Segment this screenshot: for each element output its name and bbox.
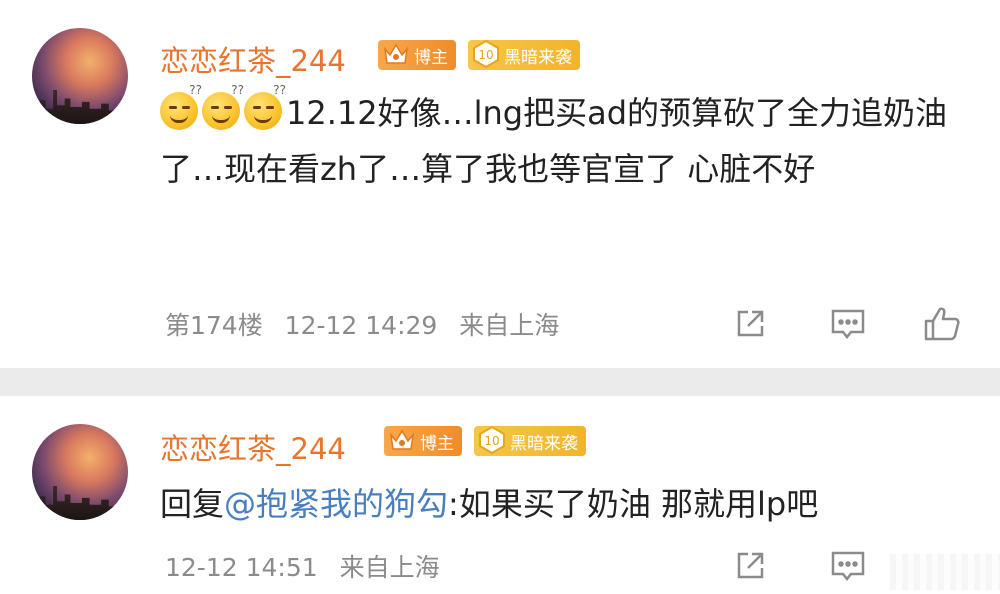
level-10-icon: 10 [470,38,502,70]
badge-label: 黑暗来袭 [504,47,572,68]
comment-body: :如果买了奶油 那就用lp吧 [448,485,819,523]
sleepy-smile-emoji: ?? [202,84,244,130]
comment-meta: 第174楼 12-12 14:29 来自上海 [165,306,573,342]
comment-icon [831,551,865,582]
sleepy-smile-emoji: ?? [160,84,202,130]
share-button[interactable] [730,304,770,344]
badge-label: 黑暗来袭 [510,433,578,454]
share-button[interactable] [730,546,770,586]
location: 来自上海 [459,311,560,340]
crown-icon [386,424,418,456]
comment-meta: 12-12 14:51 来自上海 [165,548,454,584]
sleepy-smile-emoji: ?? [244,84,286,130]
share-icon [737,552,764,579]
comment-text: ?????? 12.12好像…lng把买ad的预算砍了全力追奶油了…现在看zh了…… [160,84,950,197]
comment-card: 恋恋红茶_244 博主 10 黑暗来袭 ?????? 12.12好像…lng把买a… [0,0,1000,368]
blogger-badge[interactable]: 博主 [378,40,456,70]
blurred-watermark [890,554,1000,590]
thumbs-up-icon [924,307,960,341]
share-icon [737,310,764,337]
blogger-badge[interactable]: 博主 [384,426,462,456]
reply-prefix: 回复 [160,485,225,523]
fan-level-badge[interactable]: 10 黑暗来袭 [468,38,580,70]
timestamp: 12-12 14:29 [284,311,438,340]
avatar[interactable] [32,424,128,520]
badge-level: 10 [478,48,493,62]
badge-label: 博主 [420,433,454,454]
badge-level: 10 [484,434,499,448]
crown-icon [380,38,412,70]
comment-text: 回复@抱紧我的狗勾:如果买了奶油 那就用lp吧 [160,476,950,532]
comment-icon [831,309,865,340]
floor-number: 第174楼 [165,311,263,340]
level-10-icon: 10 [476,424,508,456]
comment-button[interactable] [828,546,868,586]
post-separator [0,368,1000,396]
username[interactable]: 恋恋红茶_244 [160,426,346,468]
comment-button[interactable] [828,304,868,344]
timestamp: 12-12 14:51 [165,553,318,582]
fan-level-badge[interactable]: 10 黑暗来袭 [474,424,586,456]
badge-label: 博主 [414,47,448,68]
avatar[interactable] [32,28,128,124]
location: 来自上海 [339,553,440,582]
mention-link[interactable]: @抱紧我的狗勾 [224,485,448,523]
comment-card: 恋恋红茶_244 博主 10 黑暗来袭 回复@抱紧我的狗勾:如果买了奶油 那就用… [0,396,1000,594]
username[interactable]: 恋恋红茶_244 [160,38,346,80]
like-button[interactable] [922,304,962,344]
